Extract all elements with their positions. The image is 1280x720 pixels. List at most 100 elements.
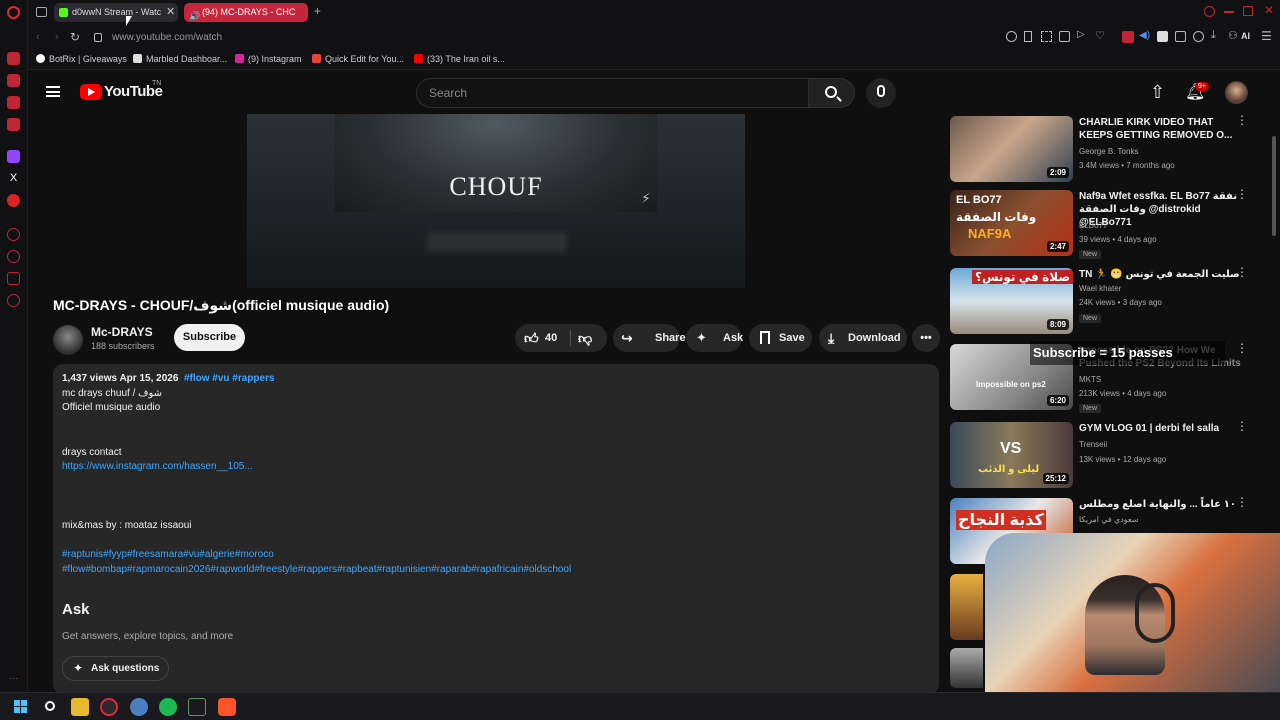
extension-icon[interactable] — [1122, 31, 1134, 43]
windows-start-icon[interactable] — [12, 698, 30, 716]
ask-questions-button[interactable]: ✦ Ask questions — [62, 656, 169, 681]
extension-icon[interactable] — [1193, 31, 1204, 42]
hashtag-line[interactable]: #flow#bombap#rapmarocain2026#rapworld#fr… — [62, 564, 571, 575]
share-button[interactable]: ↪ Share — [613, 324, 686, 352]
channel-name[interactable]: Mc-DRAYS — [91, 325, 153, 339]
rec-channel[interactable]: ELBo77 — [1079, 221, 1107, 230]
x-icon[interactable]: X — [7, 172, 20, 185]
more-options-icon[interactable]: ⋮ — [1236, 266, 1248, 278]
opera-logo-icon[interactable] — [7, 6, 20, 19]
rec-channel[interactable]: George B. Tonks — [1079, 147, 1138, 156]
channel-avatar[interactable] — [53, 325, 83, 355]
bookmark-youtube[interactable]: (33) The Iran oil s... — [414, 54, 505, 64]
spotify-icon[interactable] — [159, 698, 177, 716]
tab-d0wwn-stream[interactable]: d0wwN Stream - Watc — [54, 3, 178, 22]
hashtags[interactable]: #flow #vu #rappers — [184, 373, 275, 384]
video-player[interactable]: CHOUF ⚡︎ — [247, 114, 745, 288]
recommendation-item[interactable]: 2:09 CHARLIE KIRK VIDEO THAT KEEPS GETTI… — [950, 114, 1270, 182]
recommendation-item[interactable]: صلاة في تونس؟ 8:09 TN 🏃 😬 صليت الجمعة في… — [950, 266, 1270, 334]
back-icon[interactable]: ‹ — [36, 31, 40, 43]
more-options-icon[interactable]: ⋮ — [1236, 114, 1248, 126]
save-button[interactable]: Save — [749, 324, 812, 352]
brave-icon[interactable] — [218, 698, 236, 716]
hamburger-menu-icon[interactable] — [46, 86, 60, 97]
snapshot-icon[interactable] — [1041, 31, 1052, 42]
sidebar-app-icon[interactable] — [7, 96, 20, 109]
extension-icon[interactable]: ◀) — [1139, 30, 1150, 41]
video-thumbnail[interactable]: VS ليلى و الذئب 25:12 — [950, 422, 1073, 488]
more-actions-button[interactable]: ••• — [912, 324, 940, 352]
twitch-icon[interactable] — [7, 150, 20, 163]
recommendation-item[interactable]: EL BO77 وفات الصفقة NAF9A 2:47 Naf9a Wfe… — [950, 188, 1270, 259]
tab-workspace-icon[interactable] — [36, 7, 47, 17]
more-icon[interactable]: ··· — [7, 672, 20, 685]
hashtag-line[interactable]: #raptunis#fyyp#freesamara#vu#algerie#mor… — [62, 549, 274, 560]
rec-channel[interactable]: Wael khater — [1079, 284, 1121, 293]
menu-icon[interactable]: ☰ — [1261, 29, 1272, 43]
pin-icon[interactable] — [1024, 31, 1032, 42]
subscribe-button[interactable]: Subscribe — [174, 324, 245, 351]
extensions-icon[interactable] — [1175, 31, 1186, 42]
bookmark-instagram[interactable]: (9) Instagram — [235, 54, 302, 64]
opera-gx-icon[interactable] — [100, 698, 118, 716]
instagram-link[interactable]: https://www.instagram.com/hassen__105... — [62, 461, 253, 472]
sidebar-app-icon[interactable] — [7, 228, 20, 241]
settings-icon[interactable] — [7, 294, 20, 307]
video-thumbnail[interactable] — [950, 574, 983, 640]
recommendation-item[interactable]: VS ليلى و الذئب 25:12 GYM VLOG 01 | derb… — [950, 420, 1270, 488]
aria-ai-button[interactable]: AI — [1241, 31, 1250, 41]
download-icon[interactable]: ⤓ — [1211, 29, 1216, 42]
bookmark-marbled[interactable]: Marbled Dashboar... — [133, 54, 227, 64]
sidebar-app-icon[interactable] — [7, 74, 20, 87]
sidebar-app-icon[interactable] — [7, 118, 20, 131]
bookmark-botrix[interactable]: BotRix | Giveaways — [36, 54, 127, 64]
search-icon[interactable] — [42, 698, 60, 716]
voice-search-button[interactable] — [866, 78, 896, 108]
heart-icon[interactable]: ♡ — [1095, 29, 1105, 42]
play-icon[interactable]: ▷ — [1077, 29, 1085, 40]
like-icon[interactable]: 👍︎ — [524, 324, 539, 352]
history-icon[interactable] — [7, 250, 20, 263]
extension-icon[interactable] — [1157, 31, 1168, 42]
upload-icon[interactable]: ⇧ — [1150, 82, 1165, 103]
bookmark-gmail[interactable]: Quick Edit for You... — [312, 54, 404, 64]
dislike-icon[interactable]: 👎︎ — [578, 324, 592, 352]
video-thumbnail[interactable]: 2:09 — [950, 116, 1073, 182]
more-options-icon[interactable]: ⋮ — [1236, 342, 1248, 354]
app-icon[interactable] — [130, 698, 148, 716]
minimize-icon[interactable] — [1224, 11, 1234, 13]
search-button[interactable] — [809, 78, 855, 108]
rec-channel[interactable]: MKTS — [1079, 375, 1101, 384]
file-explorer-icon[interactable] — [71, 698, 89, 716]
more-options-icon[interactable]: ⋮ — [1236, 420, 1248, 432]
search-input[interactable]: Search — [416, 78, 809, 108]
lock-icon[interactable] — [94, 33, 102, 42]
more-options-icon[interactable]: ⋮ — [1236, 188, 1248, 200]
xbox-icon[interactable] — [188, 698, 206, 716]
rec-channel[interactable]: Trenseii — [1079, 440, 1107, 449]
maximize-icon[interactable] — [1243, 6, 1253, 16]
camera-icon[interactable] — [1059, 31, 1070, 42]
rec-title[interactable]: GYM VLOG 01 | derbi fel salla — [1079, 422, 1241, 435]
sidebar-app-icon[interactable] — [7, 194, 20, 207]
like-count[interactable]: 40 — [545, 324, 557, 352]
rec-title[interactable]: CHARLIE KIRK VIDEO THAT KEEPS GETTING RE… — [1079, 116, 1241, 142]
tab-youtube[interactable]: 🔊 (94) MC-DRAYS - CHC — [184, 3, 308, 22]
video-thumbnail[interactable] — [950, 648, 983, 688]
profile-icon[interactable]: ⚇ — [1228, 29, 1238, 42]
forward-icon[interactable]: › — [55, 31, 59, 43]
download-button[interactable]: ⤓ Download — [819, 324, 907, 352]
sidebar-app-icon[interactable] — [7, 52, 20, 65]
sidebar-app-icon[interactable] — [7, 272, 20, 285]
url-field[interactable]: www.youtube.com/watch — [112, 32, 222, 43]
tab-close-icon[interactable]: ✕ — [166, 5, 175, 18]
close-window-icon[interactable]: ✕ — [1264, 3, 1274, 17]
reload-icon[interactable]: ↻ — [70, 30, 80, 44]
video-thumbnail[interactable]: EL BO77 وفات الصفقة NAF9A 2:47 — [950, 190, 1073, 256]
video-thumbnail[interactable]: صلاة في تونس؟ 8:09 — [950, 268, 1073, 334]
rec-title[interactable]: TN 🏃 😬 صليت الجمعة في تونس — [1079, 268, 1241, 281]
more-options-icon[interactable]: ⋮ — [1236, 496, 1248, 508]
description-box[interactable]: 1,437 views Apr 15, 2026 #flow #vu #rapp… — [53, 364, 939, 694]
ask-button[interactable]: ✦ Ask — [686, 324, 743, 352]
new-tab-icon[interactable]: + — [314, 4, 321, 18]
